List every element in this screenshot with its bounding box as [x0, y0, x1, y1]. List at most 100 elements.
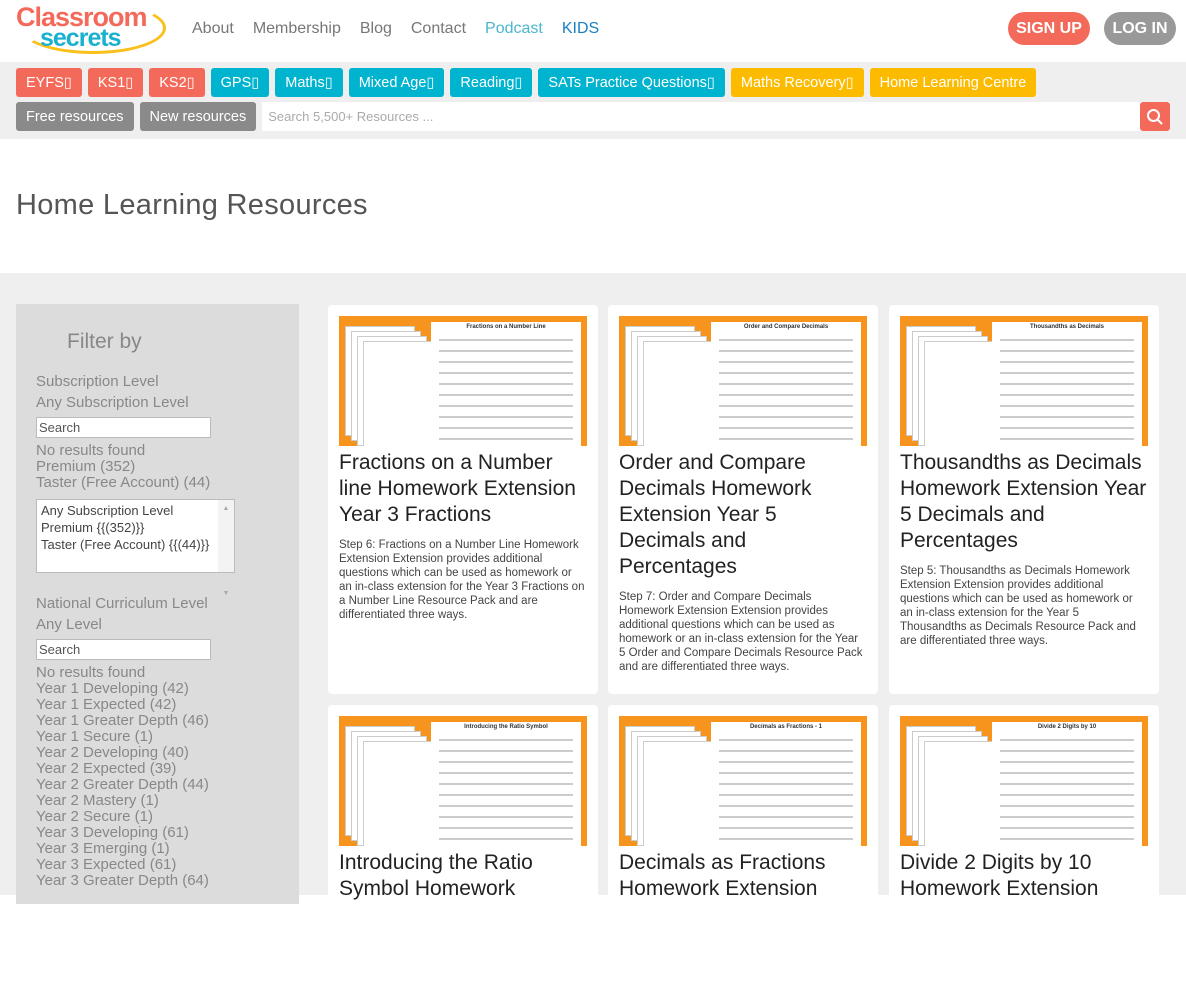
nav-link-blog[interactable]: Blog	[360, 20, 392, 38]
nav-button[interactable]: EYFS▯	[16, 68, 82, 97]
search-placeholder: Search 5,500+ Resources ...	[268, 109, 434, 124]
classroom-secrets-logo[interactable]: Classroom secrets	[16, 2, 168, 56]
resource-thumbnail[interactable]: Order and Compare Decimals	[619, 316, 867, 446]
card-description: Step 7: Order and Compare Decimals Homew…	[619, 591, 863, 673]
top-nav: About Membership Blog Contact Podcast KIDS	[192, 20, 599, 38]
worksheet-page-icon	[363, 341, 433, 446]
subscription-selected[interactable]: Any Subscription Level	[36, 392, 279, 413]
resource-thumbnail[interactable]: Divide 2 Digits by 10	[900, 716, 1148, 846]
no-results-text: No results found	[36, 442, 146, 459]
worksheet-title: Introducing the Ratio Symbol	[464, 724, 548, 730]
worksheet-preview: Divide 2 Digits by 10	[992, 722, 1142, 846]
category-nav: EYFS▯ KS1▯ KS2▯ GPS▯ Maths▯ Mixed Age▯ Reading…	[0, 62, 1186, 139]
resource-thumbnail[interactable]: Thousandths as Decimals	[900, 316, 1148, 446]
card-title[interactable]: Order and Compare Decimals Homework Exte…	[619, 450, 867, 580]
logo-text: secrets	[40, 24, 122, 52]
card-title[interactable]: Introducing the Ratio Symbol Homework	[339, 850, 587, 902]
resource-card[interactable]: Divide 2 Digits by 10 Divide 2 Digits by …	[889, 705, 1159, 1005]
nav-button[interactable]: Maths Recovery▯	[730, 68, 864, 97]
nav-button[interactable]: GPS▯	[210, 68, 270, 97]
worksheet-preview: Order and Compare Decimals	[711, 322, 861, 446]
nav-button[interactable]: Maths▯	[275, 68, 343, 97]
nav-link-membership[interactable]: Membership	[253, 20, 341, 38]
new-resources-button[interactable]: New resources	[139, 102, 257, 131]
worksheet-page-icon	[643, 741, 713, 846]
filter-heading: Filter by	[67, 330, 142, 353]
filter-option[interactable]: Year 3 Greater Depth (64)	[36, 873, 279, 889]
listbox-option[interactable]: Taster (Free Account) {{(44)}}	[41, 536, 230, 553]
subscription-label: Subscription Level	[36, 373, 159, 390]
site-header: Classroom secrets About Membership Blog Con…	[0, 0, 1186, 62]
worksheet-title: Fractions on a Number Line	[466, 324, 546, 330]
worksheet-preview: Thousandths as Decimals	[992, 322, 1142, 446]
curriculum-selected[interactable]: Any Level	[36, 614, 279, 635]
worksheet-page-icon	[924, 741, 994, 846]
card-description: Step 6: Fractions on a Number Line Homew…	[339, 539, 585, 621]
worksheet-title: Divide 2 Digits by 10	[1037, 724, 1097, 730]
nav-button[interactable]: KS2▯	[149, 68, 205, 97]
curriculum-search-input[interactable]: Search	[36, 639, 211, 660]
worksheet-title: Thousandths as Decimals	[1029, 324, 1105, 330]
nav-button[interactable]: Mixed Age▯	[348, 68, 445, 97]
scrollbar[interactable]: ▲ ▼	[218, 500, 234, 597]
worksheet-page-icon	[643, 341, 713, 446]
resource-card[interactable]: Order and Compare Decimals Order and Comp…	[608, 305, 878, 694]
resource-thumbnail[interactable]: Decimals as Fractions - 1	[619, 716, 867, 846]
main-content: Filter by Subscription Level Any Subscri…	[0, 273, 1186, 1005]
filter-option[interactable]: Year 2 Secure (1)	[36, 809, 279, 825]
card-description: Step 5: Thousandths as Decimals Homework…	[900, 565, 1136, 647]
log-in-button[interactable]: LOG IN	[1104, 12, 1176, 45]
worksheet-title: Order and Compare Decimals	[743, 324, 829, 330]
resource-card[interactable]: Thousandths as Decimals Thousandths as De…	[889, 305, 1159, 694]
worksheet-page-icon	[924, 341, 994, 446]
filter-option[interactable]: Taster (Free Account) (44)	[36, 475, 279, 491]
filter-option[interactable]: Year 1 Secure (1)	[36, 729, 279, 745]
page-title: Home Learning Resources	[16, 189, 368, 221]
nav-link-about[interactable]: About	[192, 20, 234, 38]
filter-option[interactable]: Premium (352)	[36, 459, 279, 475]
nav-link-podcast[interactable]: Podcast	[485, 20, 543, 38]
nav-button[interactable]: Reading▯	[450, 68, 533, 97]
resource-card[interactable]: Decimals as Fractions - 1 Decimals as Fra…	[608, 705, 878, 1005]
resource-card[interactable]: Fractions on a Number Line Fractions on a…	[328, 305, 598, 694]
free-resources-button[interactable]: Free resources	[16, 102, 134, 131]
nav-link-kids[interactable]: KIDS	[562, 20, 599, 38]
subscription-listbox[interactable]: Any Subscription Level Premium {{(352)}} T…	[36, 499, 235, 597]
filter-option[interactable]: Year 2 Expected (39)	[36, 761, 279, 777]
filter-option[interactable]: Year 2 Developing (40)	[36, 745, 279, 761]
filter-option[interactable]: Year 2 Greater Depth (44)	[36, 777, 279, 793]
card-title[interactable]: Thousandths as Decimals Homework Extensi…	[900, 450, 1148, 554]
worksheet-preview: Introducing the Ratio Symbol	[431, 722, 581, 846]
no-results-text: No results found	[36, 664, 146, 681]
search-icon	[1147, 108, 1163, 125]
sign-up-button[interactable]: SIGN UP	[1008, 12, 1090, 45]
nav-button[interactable]: SATs Practice Questions▯	[538, 68, 725, 97]
listbox-option[interactable]: Premium {{(352)}}	[41, 519, 230, 536]
nav-link-contact[interactable]: Contact	[411, 20, 466, 38]
filter-sidebar: Filter by Subscription Level Any Subscri…	[16, 304, 299, 904]
worksheet-page-icon	[363, 741, 433, 846]
nav-button[interactable]: Home Learning Centre	[869, 68, 1037, 97]
card-title[interactable]: Divide 2 Digits by 10 Homework Extension	[900, 850, 1148, 902]
resource-thumbnail[interactable]: Fractions on a Number Line	[339, 316, 587, 446]
filter-option[interactable]: Year 1 Greater Depth (46)	[36, 713, 279, 729]
resource-card[interactable]: Introducing the Ratio Symbol Introducing …	[328, 705, 598, 1005]
worksheet-preview: Decimals as Fractions - 1	[711, 722, 861, 846]
filter-option[interactable]: Year 3 Expected (61)	[36, 857, 279, 873]
nav-button[interactable]: KS1▯	[87, 68, 144, 97]
subscription-search-input[interactable]: Search	[36, 417, 211, 438]
worksheet-title: Decimals as Fractions - 1	[749, 724, 823, 730]
search-button[interactable]	[1140, 102, 1170, 131]
listbox-option[interactable]: Any Subscription Level	[41, 502, 230, 519]
search-input[interactable]: Search 5,500+ Resources ...	[262, 102, 1170, 131]
resource-thumbnail[interactable]: Introducing the Ratio Symbol	[339, 716, 587, 846]
worksheet-preview: Fractions on a Number Line	[431, 322, 581, 446]
filter-option[interactable]: Year 2 Mastery (1)	[36, 793, 279, 809]
filter-option[interactable]: Year 1 Developing (42)	[36, 681, 279, 697]
card-title[interactable]: Decimals as Fractions Homework Extension	[619, 850, 867, 902]
filter-option[interactable]: Year 3 Developing (61)	[36, 825, 279, 841]
filter-option[interactable]: Year 3 Emerging (1)	[36, 841, 279, 857]
curriculum-label: National Curriculum Level	[36, 595, 208, 612]
card-title[interactable]: Fractions on a Number line Homework Exte…	[339, 450, 587, 528]
filter-option[interactable]: Year 1 Expected (42)	[36, 697, 279, 713]
